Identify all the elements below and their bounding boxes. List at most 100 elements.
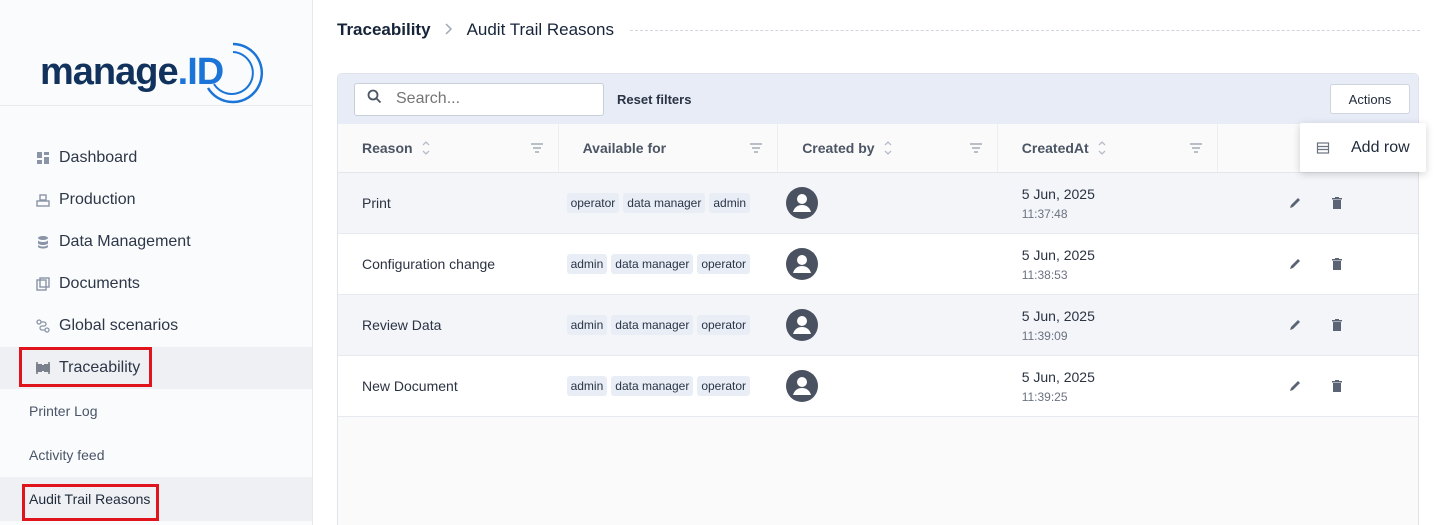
- sidebar-subitem-label: Printer Log: [29, 403, 98, 419]
- avatar: [786, 187, 819, 219]
- documents-icon: [36, 277, 50, 291]
- created-by-cell: [778, 295, 998, 355]
- role-chip: data manager: [611, 376, 694, 396]
- edit-icon[interactable]: [1288, 318, 1302, 332]
- column-header-reason[interactable]: Reason: [338, 124, 559, 172]
- created-time: 11:39:09: [1021, 328, 1068, 343]
- roles-cell: operator data manager admin: [559, 173, 779, 233]
- sidebar-item-label: Data Management: [59, 233, 191, 250]
- created-at-cell: 5 Jun, 2025 11:37:48: [998, 173, 1219, 233]
- actions-button[interactable]: Actions: [1330, 84, 1410, 114]
- table-header: Reason Available for Created by CreatedA…: [338, 124, 1418, 173]
- reason-cell: Review Data: [362, 317, 442, 333]
- reset-filters-button[interactable]: Reset filters: [617, 92, 691, 107]
- scenarios-icon: [36, 319, 50, 333]
- table-row[interactable]: Configuration change admin data manager …: [338, 234, 1418, 295]
- row-actions: [1218, 356, 1418, 416]
- table-row[interactable]: Print operator data manager admin 5 Jun,…: [338, 173, 1418, 234]
- sidebar-item-traceability[interactable]: Traceability: [0, 347, 312, 389]
- created-by-cell: [778, 356, 998, 416]
- logo-text: manage: [40, 51, 179, 93]
- filter-icon[interactable]: [749, 141, 763, 155]
- database-icon: [36, 235, 50, 249]
- role-chip: data manager: [611, 315, 694, 335]
- sidebar-subitem-activity-feed[interactable]: Activity feed: [0, 433, 312, 477]
- filter-icon[interactable]: [969, 141, 983, 155]
- reason-cell: Configuration change: [362, 256, 496, 272]
- sidebar-item-documents[interactable]: Documents: [0, 263, 312, 305]
- table-row[interactable]: Review Data admin data manager operator …: [338, 295, 1418, 356]
- barcode-icon: [36, 361, 50, 375]
- logo-ring-icon: [206, 42, 264, 104]
- delete-icon[interactable]: [1330, 257, 1344, 271]
- delete-icon[interactable]: [1330, 379, 1344, 393]
- sidebar-subitem-audit-trail-reasons[interactable]: Audit Trail Reasons: [0, 477, 312, 521]
- sidebar-item-data-management[interactable]: Data Management: [0, 221, 312, 263]
- breadcrumb-current: Audit Trail Reasons: [466, 20, 614, 39]
- table-card: Reset filters Actions Reason Available f…: [337, 73, 1419, 525]
- delete-icon[interactable]: [1330, 318, 1344, 332]
- created-date: 5 Jun, 2025: [1021, 307, 1095, 324]
- logo[interactable]: manage.ID: [0, 0, 312, 106]
- chevron-right-icon: [445, 22, 453, 38]
- sidebar-nav: Dashboard Production Data Management Doc…: [0, 137, 312, 521]
- breadcrumb-root[interactable]: Traceability: [337, 20, 431, 40]
- created-at-cell: 5 Jun, 2025 11:39:09: [998, 295, 1219, 355]
- created-time: 11:37:48: [1021, 206, 1068, 221]
- roles-cell: admin data manager operator: [559, 295, 779, 355]
- menu-item-label: Add row: [1351, 138, 1410, 156]
- edit-icon[interactable]: [1288, 379, 1302, 393]
- created-by-cell: [778, 173, 998, 233]
- table-toolbar: Reset filters Actions: [338, 74, 1418, 124]
- row-actions: [1218, 173, 1418, 233]
- menu-item-add-row[interactable]: Add row: [1316, 139, 1410, 157]
- search-input[interactable]: [396, 90, 586, 108]
- column-header-available-for[interactable]: Available for: [559, 124, 779, 172]
- production-icon: [36, 193, 50, 207]
- created-by-cell: [778, 234, 998, 294]
- sidebar-item-label: Dashboard: [59, 149, 138, 166]
- column-header-created-by[interactable]: Created by: [778, 124, 998, 172]
- dashboard-icon: [36, 151, 50, 165]
- created-date: 5 Jun, 2025: [1021, 246, 1095, 263]
- role-chip: operator: [697, 254, 751, 274]
- sidebar-subitem-printer-log[interactable]: Printer Log: [0, 389, 312, 433]
- created-time: 11:38:53: [1021, 267, 1068, 282]
- sidebar-item-global-scenarios[interactable]: Global scenarios: [0, 305, 312, 347]
- column-header-label: CreatedAt: [1021, 140, 1089, 156]
- row-actions: [1218, 234, 1418, 294]
- reason-cell: New Document: [362, 378, 458, 394]
- row-actions: [1218, 295, 1418, 355]
- delete-icon[interactable]: [1330, 196, 1344, 210]
- filter-icon[interactable]: [530, 141, 544, 155]
- search-icon: [367, 89, 382, 109]
- role-chip: operator: [566, 193, 620, 213]
- edit-icon[interactable]: [1288, 196, 1302, 210]
- sort-icon[interactable]: [421, 138, 431, 158]
- role-chip: operator: [697, 376, 751, 396]
- created-at-cell: 5 Jun, 2025 11:38:53: [998, 234, 1219, 294]
- role-chip: data manager: [611, 254, 694, 274]
- avatar: [786, 370, 819, 402]
- created-date: 5 Jun, 2025: [1021, 368, 1095, 385]
- filter-icon[interactable]: [1189, 141, 1203, 155]
- breadcrumb-divider: [629, 29, 1420, 31]
- sidebar-item-label: Global scenarios: [59, 317, 179, 334]
- column-header-created-at[interactable]: CreatedAt: [998, 124, 1219, 172]
- table-row[interactable]: New Document admin data manager operator…: [338, 356, 1418, 417]
- sort-icon[interactable]: [1097, 138, 1107, 158]
- sort-icon[interactable]: [883, 138, 893, 158]
- sidebar-item-production[interactable]: Production: [0, 179, 312, 221]
- edit-icon[interactable]: [1288, 257, 1302, 271]
- created-at-cell: 5 Jun, 2025 11:39:25: [998, 356, 1219, 416]
- column-header-label: Available for: [582, 140, 667, 156]
- sidebar-subitem-label: Audit Trail Reasons: [29, 491, 151, 507]
- avatar: [786, 248, 819, 280]
- actions-dropdown: Add row: [1300, 123, 1426, 172]
- role-chip: data manager: [623, 193, 706, 213]
- search-box: [354, 82, 604, 116]
- sidebar-subitem-label: Activity feed: [29, 447, 105, 463]
- sidebar-item-dashboard[interactable]: Dashboard: [0, 137, 312, 179]
- sidebar-item-label: Traceability: [59, 359, 141, 376]
- sidebar-item-label: Production: [59, 191, 136, 208]
